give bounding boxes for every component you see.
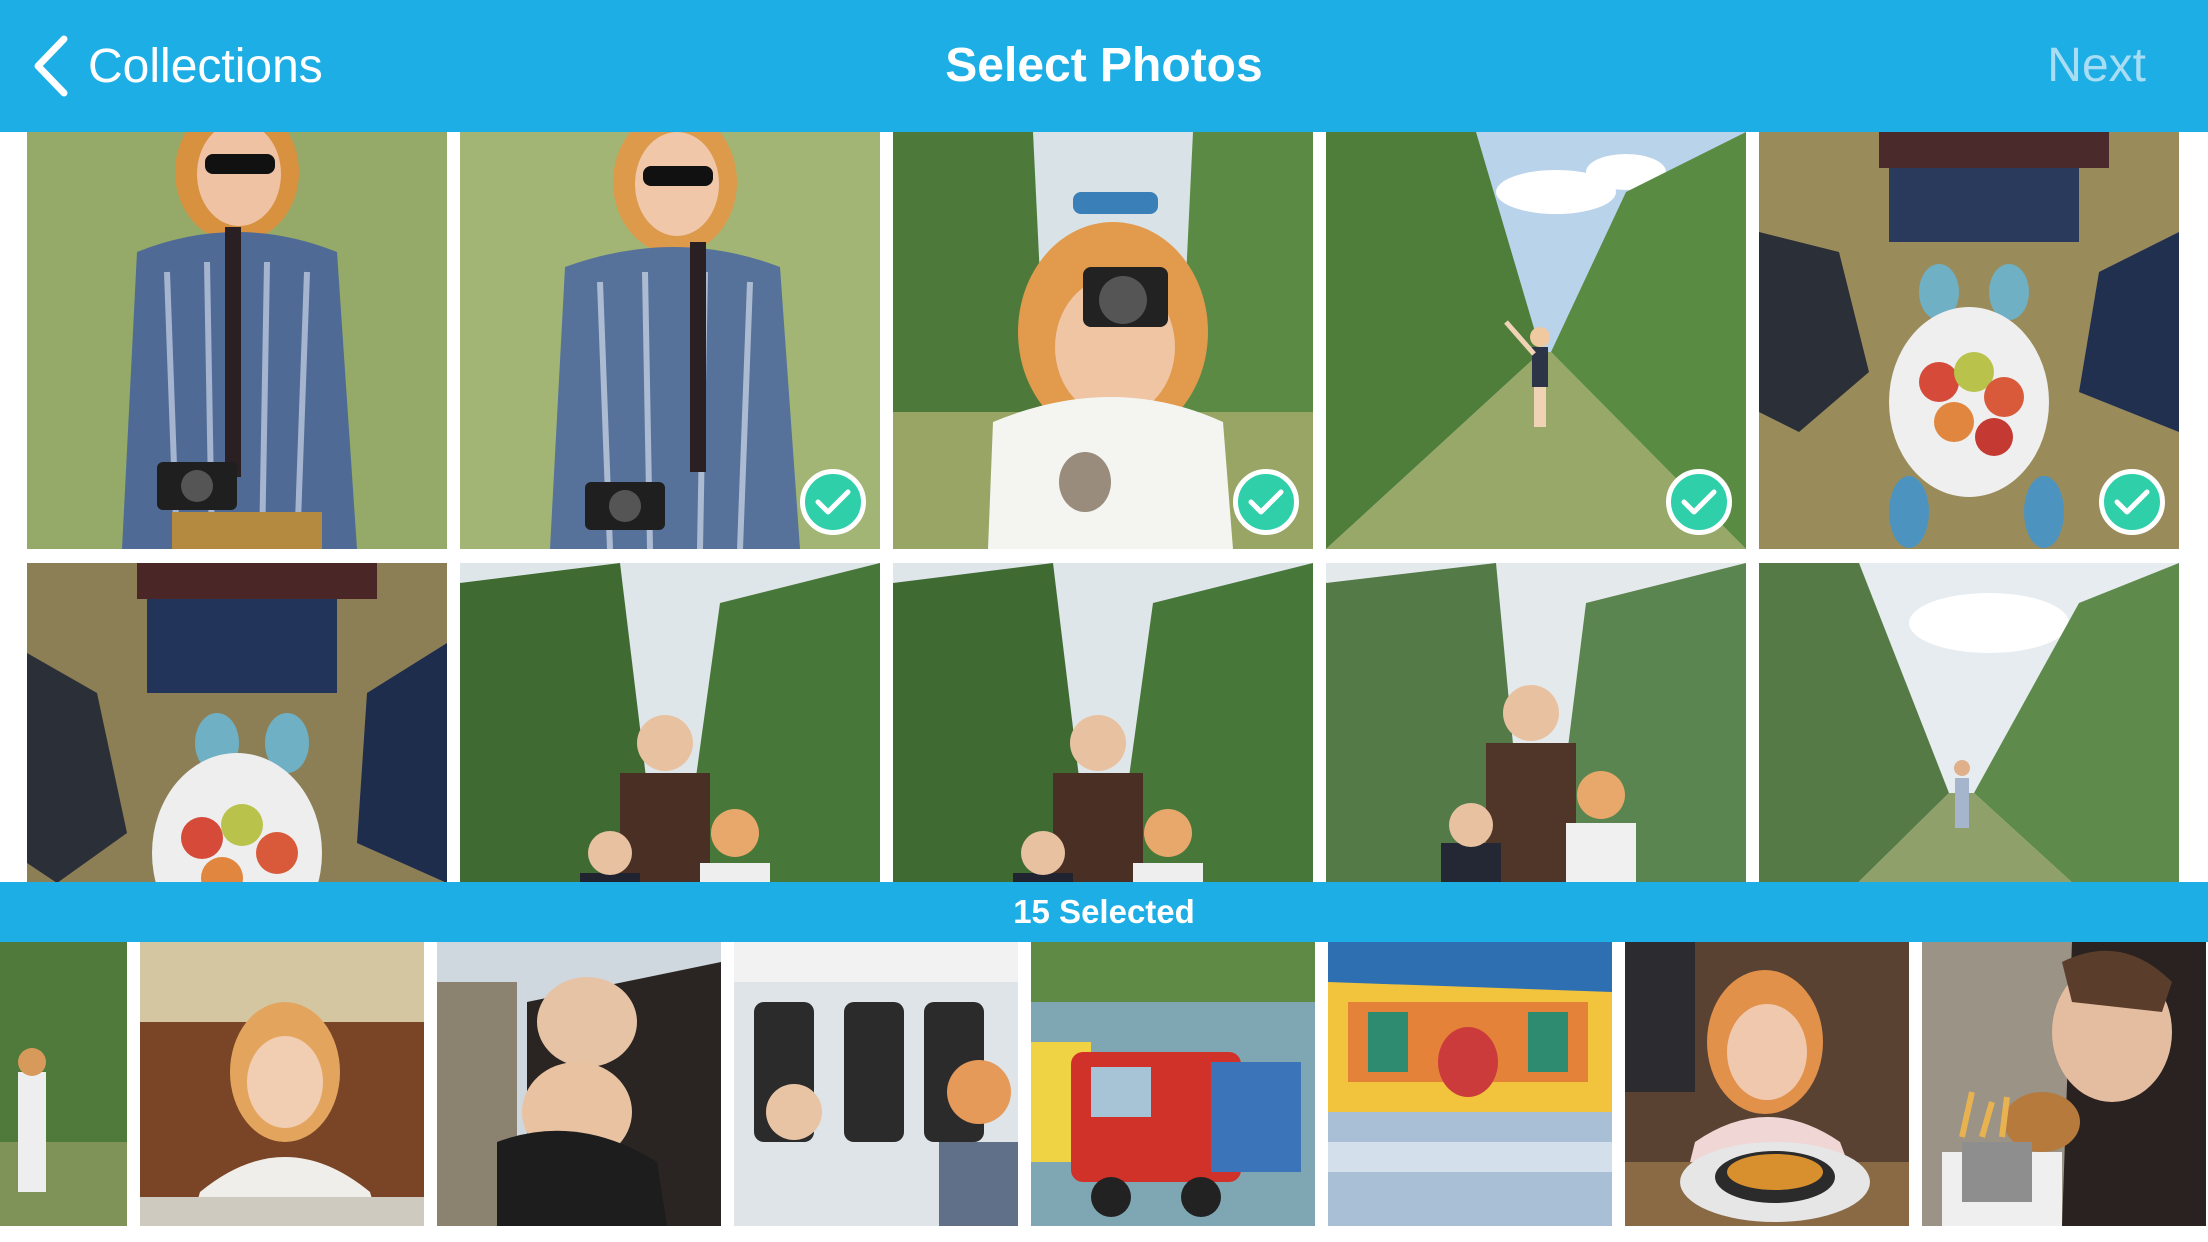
photo-image: [1759, 563, 2179, 882]
thumbnail-image: [1625, 942, 1909, 1226]
selected-thumbnail[interactable]: [1625, 942, 1909, 1226]
thumbnail-image: [1328, 942, 1612, 1226]
photo-image: [27, 563, 447, 882]
navigation-bar: Collections Select Photos Next: [0, 0, 2208, 132]
selected-thumbnail[interactable]: [0, 942, 127, 1226]
selected-thumbnail[interactable]: [1031, 942, 1315, 1226]
selected-photos-tray[interactable]: [0, 942, 2208, 1226]
thumbnail-image: [734, 942, 1018, 1226]
selected-count-bar: 15 Selected: [0, 882, 2208, 942]
photo-tile[interactable]: [460, 132, 880, 549]
thumbnail-image: [1922, 942, 2206, 1226]
photo-tile[interactable]: [893, 132, 1313, 549]
photo-tile[interactable]: [27, 132, 447, 549]
back-button-label: Collections: [88, 39, 323, 93]
selected-count-label: 15 Selected: [1013, 893, 1195, 930]
selected-check-badge: [2099, 469, 2165, 535]
photo-tile[interactable]: [1759, 132, 2179, 549]
selected-thumbnail[interactable]: [734, 942, 1018, 1226]
thumbnail-image: [0, 942, 127, 1226]
checkmark-icon: [2114, 489, 2150, 515]
selected-check-badge: [800, 469, 866, 535]
page-title: Select Photos: [945, 39, 1263, 92]
thumbnail-image: [437, 942, 721, 1226]
selected-thumbnail[interactable]: [140, 942, 424, 1226]
photo-image: [893, 563, 1313, 882]
checkmark-icon: [815, 489, 851, 515]
photo-grid: [27, 132, 2181, 882]
chevron-left-icon: [34, 35, 68, 97]
photo-image: [27, 132, 447, 549]
photo-image: [460, 563, 880, 882]
selected-check-badge: [1666, 469, 1732, 535]
back-button[interactable]: Collections: [30, 0, 323, 132]
selected-thumbnail[interactable]: [437, 942, 721, 1226]
thumbnail-image: [140, 942, 424, 1226]
checkmark-icon: [1681, 489, 1717, 515]
selected-check-badge: [1233, 469, 1299, 535]
photo-tile[interactable]: [893, 563, 1313, 882]
next-button[interactable]: Next: [2047, 0, 2146, 132]
photo-tile[interactable]: [27, 563, 447, 882]
selected-thumbnail[interactable]: [1328, 942, 1612, 1226]
photo-image: [1326, 563, 1746, 882]
checkmark-icon: [1248, 489, 1284, 515]
photo-tile[interactable]: [460, 563, 880, 882]
thumbnail-image: [1031, 942, 1315, 1226]
photo-tile[interactable]: [1326, 132, 1746, 549]
photo-tile[interactable]: [1326, 563, 1746, 882]
photo-tile[interactable]: [1759, 563, 2179, 882]
selected-thumbnail[interactable]: [1922, 942, 2206, 1226]
